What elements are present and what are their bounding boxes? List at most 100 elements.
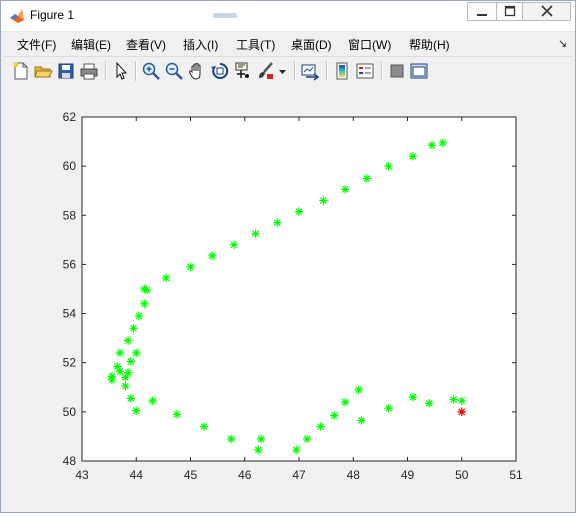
data-point (226, 434, 236, 444)
data-point (107, 375, 117, 385)
y-tick-label: 48 (63, 454, 77, 468)
menu-desktop[interactable]: 桌面(D) (291, 36, 332, 53)
data-point (330, 411, 339, 420)
y-tick-label: 58 (63, 208, 77, 222)
figure-window: Figure 1 文件(F) 编辑(E) 查看(V) 插入(I) 工具(T) 桌… (0, 0, 576, 513)
y-tick-label: 60 (63, 159, 77, 173)
menu-window[interactable]: 窗口(W) (348, 36, 391, 53)
data-point (449, 395, 458, 404)
scatter-plot[interactable]: 43 44 45 46 47 48 49 50 51 48 50 52 54 56 58 60 62 (2, 85, 574, 511)
menu-edit[interactable]: 编辑(E) (71, 36, 111, 53)
data-point (408, 392, 418, 402)
data-point (292, 445, 301, 455)
toolbar-separator (326, 61, 328, 81)
data-point (316, 422, 325, 431)
x-tick-label: 50 (455, 468, 469, 482)
end-point-marker (457, 407, 466, 417)
maximize-button[interactable] (496, 2, 523, 21)
window-title: Figure 1 (30, 8, 75, 22)
save-icon[interactable] (56, 61, 76, 81)
x-tick-label: 46 (238, 468, 252, 482)
figure-toolbar (2, 56, 574, 86)
y-tick-label: 50 (63, 405, 77, 419)
data-point (140, 284, 149, 294)
blurred-title-fragment (213, 13, 237, 18)
data-point (254, 445, 263, 455)
new-figure-icon[interactable] (11, 61, 31, 81)
brush-dropdown-icon[interactable] (278, 61, 287, 81)
data-point (384, 403, 393, 413)
data-point (161, 273, 171, 283)
data-point (115, 348, 125, 358)
x-tick-label: 45 (184, 468, 198, 482)
matlab-logo-icon (9, 8, 25, 24)
data-point (121, 373, 130, 382)
data-point (425, 399, 434, 408)
data-point (126, 357, 136, 366)
data-point (140, 299, 149, 308)
data-point (229, 240, 239, 249)
close-icon (540, 5, 553, 17)
data-point (357, 416, 366, 425)
zoom-in-icon[interactable] (141, 61, 161, 81)
data-cursor-icon[interactable] (233, 61, 253, 81)
legend-icon[interactable] (355, 61, 375, 81)
data-point (208, 251, 217, 261)
print-icon[interactable] (79, 61, 99, 81)
show-plot-tools-icon[interactable] (409, 61, 429, 81)
data-point (362, 174, 372, 183)
menu-help[interactable]: 帮助(H) (409, 36, 450, 53)
x-tick-label: 44 (130, 468, 144, 482)
menu-overflow-icon[interactable]: ↘ (558, 37, 567, 50)
data-point (384, 161, 393, 171)
y-tick-label: 62 (63, 110, 77, 124)
menu-view[interactable]: 查看(V) (126, 36, 166, 53)
data-point (121, 381, 130, 391)
close-button[interactable] (522, 2, 571, 21)
data-point (340, 397, 350, 407)
data-point (408, 152, 418, 161)
colorbar-icon[interactable] (332, 61, 352, 81)
data-point (340, 185, 350, 194)
figure-area: 43 44 45 46 47 48 49 50 51 48 50 52 54 56 58 60 62 (2, 85, 574, 511)
y-tick-label: 54 (63, 307, 77, 321)
data-point (148, 396, 157, 405)
data-point (123, 336, 133, 345)
y-tick-label: 52 (63, 356, 77, 370)
brush-icon[interactable] (256, 61, 276, 81)
toolbar-separator (294, 61, 296, 81)
rotate-3d-icon[interactable] (210, 61, 230, 81)
x-tick-label: 43 (75, 468, 89, 482)
title-bar[interactable]: Figure 1 (1, 1, 575, 32)
data-point (273, 218, 282, 227)
data-point (457, 396, 466, 405)
x-tick-label: 51 (509, 468, 523, 482)
data-point (294, 207, 304, 216)
data-point (172, 410, 182, 419)
menu-insert[interactable]: 插入(I) (183, 36, 218, 53)
open-file-icon[interactable] (33, 61, 53, 81)
x-tick-label: 49 (401, 468, 415, 482)
zoom-out-icon[interactable] (164, 61, 184, 81)
data-point (126, 394, 136, 403)
toolbar-separator (105, 61, 107, 81)
data-point (427, 141, 437, 150)
hide-plot-tools-icon[interactable] (387, 61, 407, 81)
menu-file[interactable]: 文件(F) (17, 36, 56, 53)
maximize-icon (504, 5, 515, 17)
toolbar-separator (135, 61, 137, 81)
data-point (438, 138, 447, 147)
pointer-icon[interactable] (111, 61, 131, 81)
menu-bar: 文件(F) 编辑(E) 查看(V) 插入(I) 工具(T) 桌面(D) 窗口(W… (2, 33, 574, 55)
menu-tools[interactable]: 工具(T) (236, 36, 275, 53)
data-point (186, 262, 195, 272)
data-point (134, 311, 144, 321)
minimize-icon (477, 14, 487, 16)
data-point (251, 229, 260, 238)
x-tick-label: 47 (292, 468, 306, 482)
minimize-button[interactable] (467, 2, 497, 21)
pan-icon[interactable] (187, 61, 207, 81)
data-point (132, 406, 141, 415)
x-tick-label: 48 (347, 468, 361, 482)
link-plot-icon[interactable] (300, 61, 320, 81)
